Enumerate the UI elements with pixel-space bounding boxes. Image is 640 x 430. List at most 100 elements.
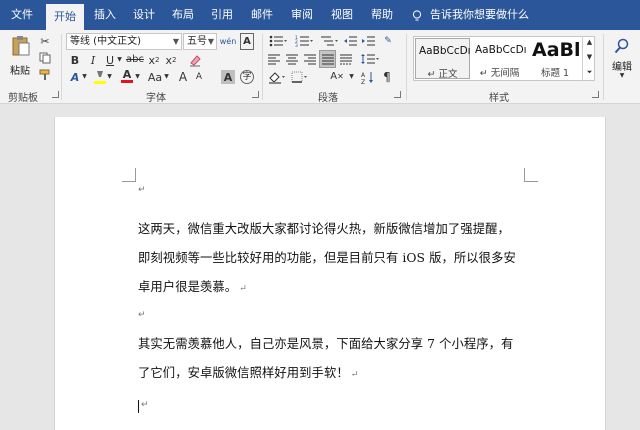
show-paragraph-marks-icon[interactable]: ¶ (380, 70, 394, 84)
paragraph-mark: ↵ (138, 310, 146, 320)
group-separator (406, 34, 407, 100)
more-styles-icon[interactable]: ⏷ (585, 68, 594, 77)
chevron-down-icon[interactable]: ▼ (81, 70, 88, 84)
tab-view[interactable]: 视图 (325, 0, 359, 30)
chinese-layout-icon[interactable]: ✎ (380, 33, 396, 49)
style-name: ↵ 正文 (427, 69, 458, 80)
character-border-icon[interactable]: A (240, 33, 254, 50)
strikethrough-icon[interactable]: abc (126, 53, 144, 67)
grow-font-icon[interactable]: A (176, 70, 190, 84)
clear-formatting-icon[interactable] (187, 52, 203, 68)
paste-icon[interactable] (10, 34, 32, 58)
body-text-line[interactable]: 即刻视频等一些比较好用的功能，但是目前只有 iOS 版，所以很多安 (138, 248, 516, 266)
bullets-icon[interactable] (267, 34, 289, 48)
superscript-icon[interactable]: x2 (164, 53, 178, 67)
chevron-down-icon[interactable]: ▼ (618, 72, 626, 80)
chevron-down-icon[interactable]: ▼ (585, 53, 594, 62)
text-run: 即刻视频等一些比较好用的功能，但是目前只有 iOS 版，所以很多安 (138, 251, 516, 265)
character-shading-icon[interactable]: A (221, 70, 235, 84)
body-text-line[interactable]: 卓用户很是羡慕。 ↵ (138, 277, 247, 295)
tab-file[interactable]: 文件 (4, 0, 40, 30)
tab-layout[interactable]: 布局 (166, 0, 200, 30)
font-launcher[interactable] (252, 91, 259, 98)
italic-icon[interactable]: I (86, 53, 100, 67)
styles-gallery[interactable]: AaBbCcDı ↵ 正文 AaBbCcDı ↵ 无间隔 AaBl 标题 1 (413, 36, 595, 81)
font-name-combo[interactable]: 等线 (中文正文) ▼ (66, 33, 182, 50)
editing-button-label[interactable]: 编辑 (612, 58, 632, 73)
cut-icon[interactable]: ✂ (38, 34, 52, 48)
font-size-value: 五号 (187, 36, 207, 47)
decrease-indent-icon[interactable] (343, 34, 357, 48)
sort-icon[interactable]: AZ (360, 70, 376, 84)
chevron-down-icon[interactable]: ▼ (116, 53, 123, 67)
font-name-value: 等线 (中文正文) (70, 36, 141, 47)
style-name: 标题 1 (540, 68, 570, 79)
format-painter-icon[interactable] (38, 68, 52, 82)
paragraph-launcher[interactable] (394, 91, 401, 98)
copy-icon[interactable] (38, 51, 52, 65)
body-text-line[interactable]: 其实无需羡慕他人，自己亦是风景，下面给大家分享 7 个小程序，有 (138, 334, 513, 352)
asian-typography-icon[interactable]: A ✕ (326, 70, 348, 84)
distributed-icon[interactable] (339, 52, 353, 66)
tab-design[interactable]: 设计 (127, 0, 161, 30)
chevron-up-icon[interactable]: ▲ (585, 38, 594, 47)
align-center-icon[interactable] (285, 52, 299, 66)
highlight-color-icon[interactable] (93, 69, 107, 85)
ribbon-tab-bar: 文件 开始 插入 设计 布局 引用 邮件 审阅 视图 帮助 告诉我你想要做什么 (0, 0, 640, 30)
chevron-down-icon[interactable]: ▼ (134, 70, 141, 84)
paragraph-mark: ↵ (138, 185, 146, 195)
styles-gallery-scroll[interactable]: ▲ ▼ ⏷ (582, 36, 595, 81)
tell-me-search[interactable]: 告诉我你想要做什么 (430, 0, 530, 30)
paste-button-label[interactable]: 粘贴 (10, 62, 30, 77)
clipboard-group-label: 剪贴板 (8, 93, 38, 104)
underline-icon[interactable]: U (103, 53, 117, 67)
group-separator (61, 34, 62, 100)
borders-icon[interactable] (290, 70, 310, 84)
justify-icon[interactable] (319, 50, 336, 68)
styles-group-label: 样式 (489, 93, 509, 104)
align-left-icon[interactable] (267, 52, 281, 66)
margin-corner-mark (122, 168, 136, 182)
line-spacing-icon[interactable] (360, 52, 380, 66)
increase-indent-icon[interactable] (361, 34, 375, 48)
bold-icon[interactable]: B (68, 53, 82, 67)
styles-launcher[interactable] (592, 91, 599, 98)
numbering-icon[interactable]: 123 (293, 34, 315, 48)
lightbulb-icon (412, 10, 422, 21)
find-icon[interactable] (612, 36, 632, 56)
align-right-icon[interactable] (303, 52, 317, 66)
tab-review[interactable]: 审阅 (285, 0, 319, 30)
paragraph-mark: ↵ (141, 400, 149, 410)
svg-text:A: A (361, 72, 366, 79)
chevron-down-icon[interactable]: ▼ (106, 70, 113, 84)
style-no-spacing[interactable]: AaBbCcDı ↵ 无间隔 (472, 38, 527, 79)
tab-references[interactable]: 引用 (205, 0, 239, 30)
text-effects-icon[interactable]: A (68, 70, 82, 84)
font-color-icon[interactable]: A (120, 68, 134, 84)
change-case-icon[interactable]: Aa (146, 70, 164, 84)
margin-corner-mark (524, 168, 538, 182)
multilevel-list-icon[interactable] (318, 34, 340, 48)
phonetic-guide-icon[interactable]: wén (220, 33, 237, 50)
tab-mailings[interactable]: 邮件 (245, 0, 279, 30)
tab-home[interactable]: 开始 (46, 4, 84, 30)
subscript-icon[interactable]: x2 (147, 53, 161, 67)
style-heading-1[interactable]: AaBl 标题 1 (529, 38, 581, 79)
document-page[interactable] (54, 117, 606, 430)
shading-icon[interactable] (267, 70, 287, 84)
tab-help[interactable]: 帮助 (365, 0, 399, 30)
paragraph-mark: ↵ (350, 370, 359, 380)
body-text-line[interactable]: 这两天，微信重大改版大家都讨论得火热，新版微信增加了强提醒， (138, 219, 510, 237)
font-size-combo[interactable]: 五号 ▼ (183, 33, 217, 50)
style-sample: AaBbCcDı (475, 44, 527, 56)
style-name: ↵ 无间隔 (479, 68, 520, 79)
style-normal[interactable]: AaBbCcDı ↵ 正文 (415, 38, 471, 80)
tab-insert[interactable]: 插入 (88, 0, 122, 30)
body-text-line[interactable]: 了它们，安卓版微信照样好用到手软！ ↵ (138, 363, 358, 381)
shrink-font-icon[interactable]: A (192, 70, 206, 84)
paragraph-group-label: 段落 (318, 93, 338, 104)
enclose-characters-icon[interactable]: 字 (240, 70, 254, 84)
chevron-down-icon[interactable]: ▼ (348, 70, 355, 84)
clipboard-launcher[interactable] (52, 91, 59, 98)
chevron-down-icon[interactable]: ▼ (163, 70, 170, 84)
